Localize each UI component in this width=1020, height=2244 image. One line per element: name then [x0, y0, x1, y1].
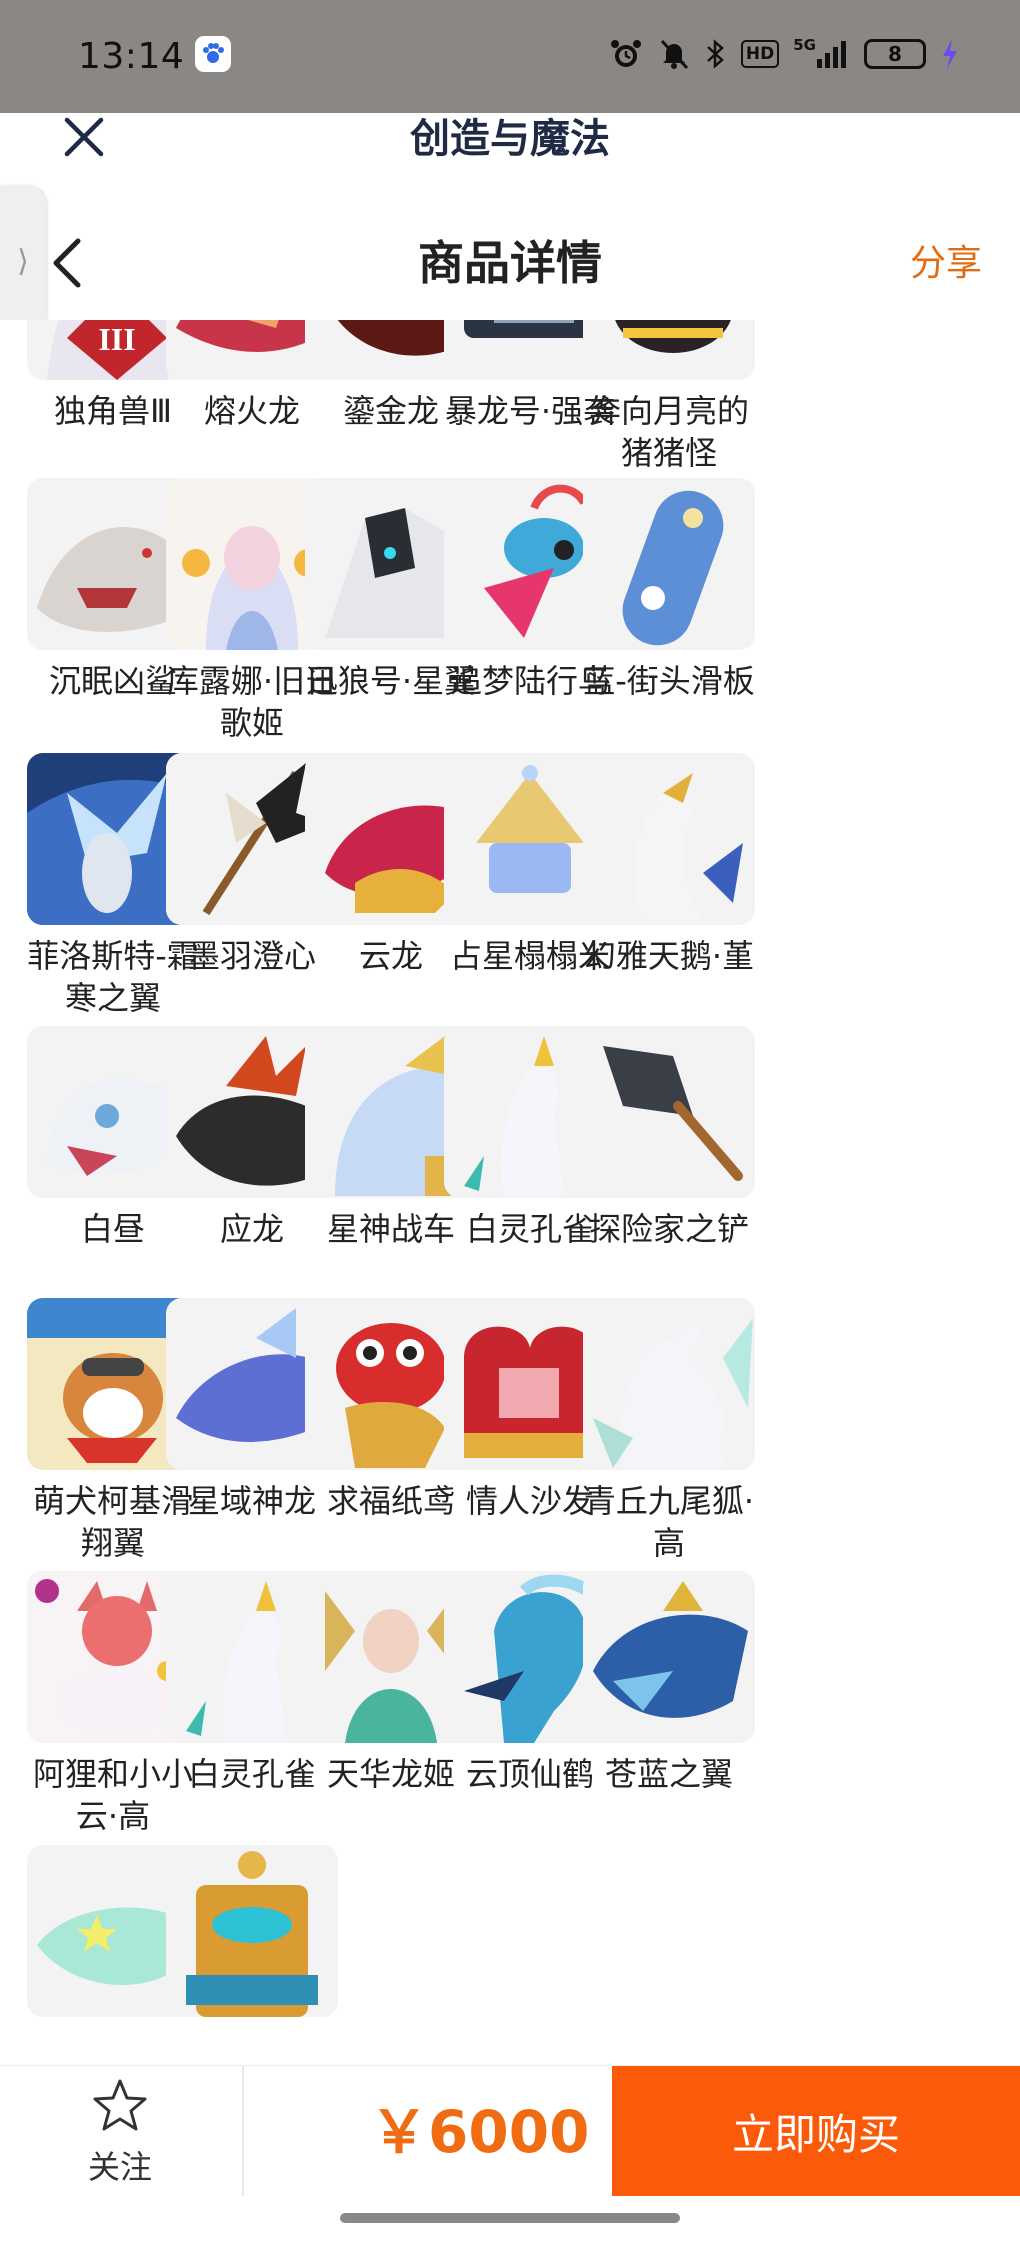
swan-thumbnail [583, 753, 755, 925]
grid-item[interactable]: 青丘九尾狐·高 [574, 1298, 764, 1564]
shovel-thumbnail [583, 1026, 755, 1198]
charging-icon [940, 34, 960, 74]
battery-icon: 8 [864, 34, 926, 74]
baidu-app-icon [195, 36, 231, 72]
grid-item[interactable] [157, 1845, 347, 2027]
chevron-right-icon: ⟩ [17, 243, 29, 279]
grid-item[interactable]: 蓝-街头滑板 [574, 478, 764, 702]
grid-item-label: 蓝-街头滑板 [583, 662, 755, 700]
follow-label: 关注 [87, 2148, 152, 2186]
nav-bar: 商品详情 分享 [0, 213, 1020, 313]
price: ￥6000 [370, 2098, 590, 2166]
alarm-icon [609, 34, 643, 74]
golden-throne-thumbnail [166, 1845, 338, 2017]
app-title: 创造与魔法 [410, 116, 610, 162]
grid-item[interactable]: 探险家之铲 [574, 1026, 764, 1250]
grid-item-label: 青丘九尾狐·高 [583, 1482, 755, 1562]
signal-icon: 5G [793, 34, 850, 74]
status-icons: HD 5G 8 [609, 34, 960, 74]
mute-icon [657, 34, 691, 74]
grid-item[interactable]: 奔向月亮的猪猪怪 [574, 320, 764, 474]
share-button[interactable]: 分享 [910, 239, 982, 289]
title-bar: 创造与魔法 [0, 113, 1020, 213]
star-icon [93, 2079, 147, 2131]
grid-item-label: 苍蓝之翼 [604, 1755, 733, 1793]
status-time: 13:14 [78, 36, 185, 77]
home-indicator[interactable] [340, 2213, 680, 2223]
side-drawer-handle[interactable]: ⟩ [0, 186, 46, 336]
skateboard-thumbnail [583, 478, 755, 650]
grid-item[interactable]: 幻雅天鹅·堇 [574, 753, 764, 977]
bluetooth-icon [705, 34, 727, 74]
grid-item[interactable]: 苍蓝之翼 [574, 1571, 764, 1795]
svg-text:III: III [98, 321, 135, 357]
hd-badge: HD [740, 34, 780, 74]
status-bar: 13:14 HD 5G 8 [0, 0, 1020, 113]
fox-thumbnail [583, 1298, 755, 1470]
grid-item-label: 探险家之铲 [588, 1210, 749, 1248]
page-title: 商品详情 [418, 236, 602, 290]
grid-item-label: 幻雅天鹅·堇 [583, 937, 755, 975]
follow-button[interactable]: 关注 [70, 2076, 170, 2206]
pig-thumbnail [583, 320, 755, 380]
divider [242, 2066, 244, 2196]
grid-item-label: 奔向月亮的猪猪怪 [588, 392, 749, 472]
bottom-bar: 关注 ￥6000 立即购买 [0, 2065, 1020, 2205]
azure-wing-thumbnail [583, 1571, 755, 1743]
buy-now-button[interactable]: 立即购买 [612, 2066, 1020, 2196]
item-grid[interactable]: III 独角兽Ⅲ 熔火龙 鎏金龙 暴龙号·强袭 奔向月亮的猪猪怪 沉眠凶鲨 库露娜·旧日歌姬迅… [0, 320, 1020, 2065]
